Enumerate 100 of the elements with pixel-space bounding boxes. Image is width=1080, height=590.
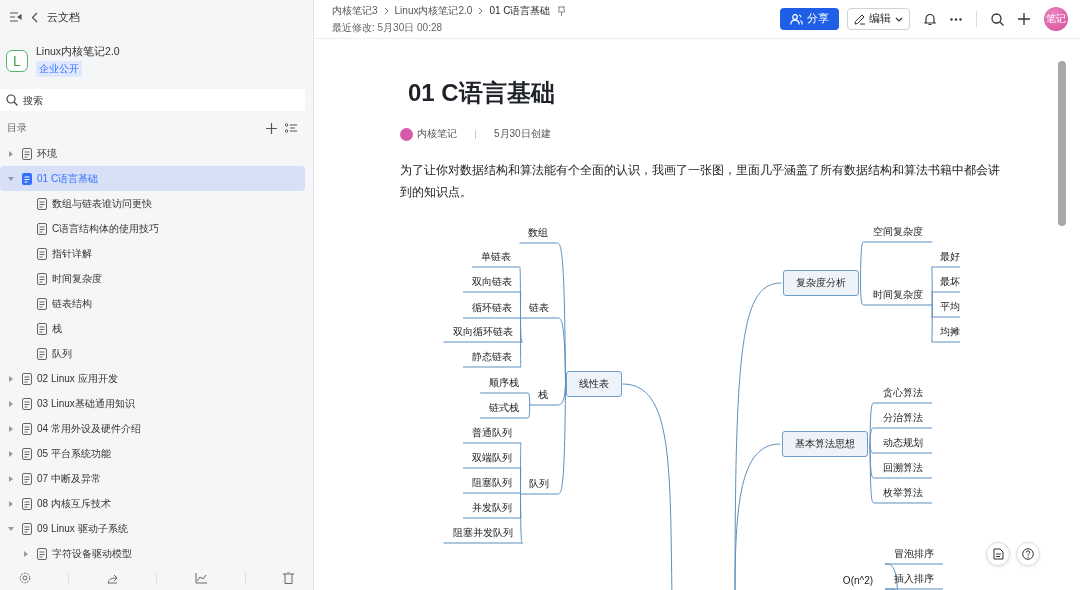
collapse-sidebar-icon[interactable] bbox=[10, 12, 22, 22]
document-outline-button[interactable] bbox=[986, 542, 1010, 566]
toc-item[interactable]: 05 平台系统功能 bbox=[0, 441, 305, 466]
caret-right-icon[interactable] bbox=[8, 400, 14, 407]
caret-right-icon[interactable] bbox=[8, 150, 14, 157]
document-icon bbox=[37, 297, 47, 310]
document-icon bbox=[22, 472, 32, 485]
toc-label: 目录 bbox=[7, 121, 27, 135]
toc-item[interactable]: 数组与链表谁访问更快 bbox=[0, 191, 305, 216]
trash-icon[interactable] bbox=[283, 572, 295, 584]
add-icon[interactable] bbox=[1018, 13, 1030, 25]
caret-right-icon[interactable] bbox=[8, 500, 14, 507]
author-name[interactable]: 内核笔记 bbox=[417, 127, 457, 141]
search-field[interactable]: 搜索 bbox=[0, 89, 305, 111]
mind-map-label: 时间复杂度 bbox=[873, 288, 923, 302]
share-arrow-icon[interactable] bbox=[106, 572, 119, 584]
mind-map-label: 数组 bbox=[528, 226, 548, 240]
document-icon bbox=[992, 548, 1004, 560]
mind-map-label: 循环链表 bbox=[472, 301, 512, 315]
chevron-right-icon bbox=[478, 6, 484, 15]
breadcrumb-link[interactable]: 01 C语言基础 bbox=[489, 3, 551, 18]
document-icon bbox=[37, 547, 47, 560]
mind-map-node: 基本算法思想 bbox=[782, 431, 868, 457]
more-icon[interactable] bbox=[950, 17, 962, 21]
mind-map-label: 队列 bbox=[529, 477, 549, 491]
mind-map-label: 单链表 bbox=[481, 250, 511, 264]
toc-item[interactable]: 08 内核互斥技术 bbox=[0, 491, 305, 516]
mind-map-label: 分治算法 bbox=[883, 411, 923, 425]
mind-map-label: 冒泡排序 bbox=[894, 547, 934, 561]
caret-right-icon[interactable] bbox=[8, 375, 14, 382]
mind-map-label: 顺序栈 bbox=[489, 376, 519, 390]
toc-item[interactable]: 04 常用外设及硬件介绍 bbox=[0, 416, 305, 441]
back-icon[interactable] bbox=[31, 11, 38, 23]
edit-dropdown[interactable]: 编辑 bbox=[847, 8, 910, 30]
caret-down-icon bbox=[895, 16, 903, 22]
caret-down-icon[interactable] bbox=[8, 175, 14, 182]
share-button[interactable]: 分享 bbox=[780, 8, 839, 30]
breadcrumb-link[interactable]: 内核笔记3 bbox=[332, 3, 378, 18]
toc-item[interactable]: 09 Linux 驱动子系统 bbox=[0, 516, 305, 541]
mind-map-label: 最坏 bbox=[940, 275, 960, 289]
pin-icon[interactable] bbox=[556, 5, 566, 16]
document-icon bbox=[22, 522, 32, 535]
breadcrumb-link[interactable]: Linux内核笔记2.0 bbox=[394, 3, 473, 18]
search-icon[interactable] bbox=[991, 12, 1004, 26]
toc-item[interactable]: 队列 bbox=[0, 341, 305, 366]
document-title: 01 C语言基础 bbox=[408, 78, 556, 108]
mind-map-label: 并发队列 bbox=[472, 501, 512, 515]
toc-item[interactable]: 02 Linux 应用开发 bbox=[0, 366, 305, 391]
last-modified: 最近修改: 5月30日 00:28 bbox=[332, 20, 444, 35]
toc-item[interactable]: 环境 bbox=[0, 141, 305, 166]
document-icon bbox=[22, 372, 32, 385]
created-date: 5月30日创建 bbox=[494, 127, 551, 141]
mind-map-label: 静态链表 bbox=[472, 350, 512, 364]
toc-item[interactable]: 07 中断及异常 bbox=[0, 466, 305, 491]
mind-map-node: 复杂度分析 bbox=[783, 270, 859, 296]
caret-right-icon[interactable] bbox=[8, 450, 14, 457]
mind-map-label: 空间复杂度 bbox=[873, 225, 923, 239]
toc-item[interactable]: 指针详解 bbox=[0, 241, 305, 266]
document-icon bbox=[22, 447, 32, 460]
mind-map-label: 栈 bbox=[538, 388, 548, 402]
toc-item[interactable]: 链表结构 bbox=[0, 291, 305, 316]
document-icon bbox=[22, 497, 32, 510]
search-icon bbox=[6, 94, 18, 106]
help-button[interactable] bbox=[1016, 542, 1040, 566]
document-icon bbox=[37, 247, 47, 260]
chevron-right-icon bbox=[383, 6, 389, 15]
document-icon bbox=[37, 347, 47, 360]
mind-map-label: 回溯算法 bbox=[883, 461, 923, 475]
space-logo: L bbox=[6, 50, 28, 72]
mind-map-label: 阻塞队列 bbox=[472, 476, 512, 490]
caret-right-icon[interactable] bbox=[23, 550, 29, 557]
document-icon bbox=[22, 397, 32, 410]
settings-icon[interactable] bbox=[18, 572, 31, 584]
help-icon bbox=[1022, 548, 1034, 560]
toc-item[interactable]: C语言结构体的使用技巧 bbox=[0, 216, 305, 241]
back-link[interactable]: 云文档 bbox=[47, 9, 80, 25]
users-icon bbox=[790, 13, 803, 25]
document-icon bbox=[22, 172, 32, 185]
toc-item[interactable]: 03 Linux基础通用知识 bbox=[0, 391, 305, 416]
bell-icon[interactable] bbox=[924, 12, 936, 26]
mind-map-label: 双端队列 bbox=[472, 451, 512, 465]
toc-item[interactable]: 字符设备驱动模型 bbox=[0, 541, 305, 566]
caret-right-icon[interactable] bbox=[8, 475, 14, 482]
mind-map-label: 双向链表 bbox=[472, 275, 512, 289]
mind-map-label: 贪心算法 bbox=[883, 386, 923, 400]
add-icon[interactable] bbox=[266, 122, 277, 134]
document-icon bbox=[37, 222, 47, 235]
space-name[interactable]: Linux内核笔记2.0 bbox=[36, 45, 120, 59]
mind-map-label: 链式栈 bbox=[489, 401, 519, 415]
toc-item[interactable]: 栈 bbox=[0, 316, 305, 341]
mind-map-label: 双向循环链表 bbox=[453, 325, 513, 339]
scrollbar[interactable] bbox=[1058, 61, 1066, 226]
caret-right-icon[interactable] bbox=[8, 425, 14, 432]
author-avatar bbox=[400, 127, 413, 141]
chart-icon[interactable] bbox=[195, 572, 208, 584]
list-settings-icon[interactable] bbox=[285, 123, 297, 133]
visibility-tag: 企业公开 bbox=[36, 61, 82, 77]
toc-item[interactable]: 时间复杂度 bbox=[0, 266, 305, 291]
mind-map-label: 阻塞并发队列 bbox=[453, 526, 513, 540]
caret-down-icon[interactable] bbox=[8, 525, 14, 532]
